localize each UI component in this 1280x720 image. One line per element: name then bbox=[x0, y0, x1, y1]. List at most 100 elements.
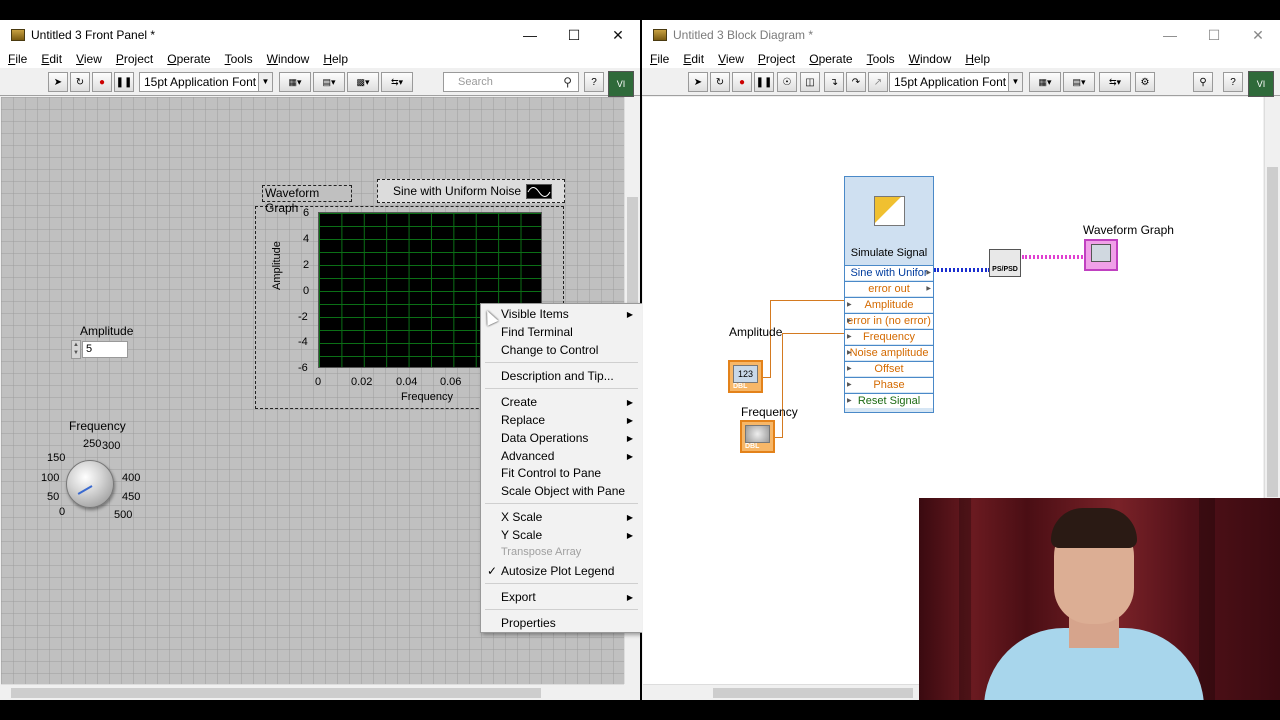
block-diagram-titlebar[interactable]: Untitled 3 Block Diagram * — ☐ ✕ bbox=[642, 20, 1280, 50]
terminal-noise-amplitude[interactable]: ▶ Noise amplitude bbox=[845, 345, 933, 360]
menu-file[interactable]: File bbox=[8, 52, 27, 66]
help-icon[interactable]: ? bbox=[1223, 72, 1243, 92]
resize-objects-icon[interactable]: ▩▾ bbox=[347, 72, 379, 92]
terminal-reset-signal[interactable]: ▶ Reset Signal bbox=[845, 393, 933, 408]
menu-file[interactable]: File bbox=[650, 52, 669, 66]
waveform-graph-terminal[interactable] bbox=[1084, 239, 1118, 271]
search-icon[interactable]: ⚲ bbox=[1193, 72, 1213, 92]
distribute-objects-icon[interactable]: ▤▾ bbox=[313, 72, 345, 92]
menu-project[interactable]: Project bbox=[116, 52, 153, 66]
plot-legend[interactable]: Sine with Uniform Noise bbox=[377, 179, 565, 203]
search-input[interactable]: Search ⚲ bbox=[443, 72, 579, 92]
dynamic-data-wire[interactable] bbox=[934, 268, 990, 272]
minimize-button[interactable]: — bbox=[508, 20, 552, 50]
font-selector[interactable]: 15pt Application Font ▼ bbox=[889, 72, 1023, 92]
frequency-wire[interactable] bbox=[775, 437, 783, 438]
close-button[interactable]: ✕ bbox=[596, 20, 640, 50]
terminal-sine-with-uniform-noise[interactable]: Sine with Unifor ▶ bbox=[845, 265, 933, 280]
terminal-error-in[interactable]: ▶ error in (no error) bbox=[845, 313, 933, 328]
vi-connector-icon[interactable]: VI bbox=[608, 71, 634, 97]
block-diagram-vertical-scrollbar[interactable] bbox=[1264, 97, 1280, 517]
terminal-amplitude[interactable]: ▶ Amplitude bbox=[845, 297, 933, 312]
amplitude-wire[interactable] bbox=[763, 377, 771, 378]
step-over-icon[interactable]: ↷ bbox=[846, 72, 866, 92]
abort-icon[interactable]: ● bbox=[732, 72, 752, 92]
run-arrow-icon[interactable]: ➤ bbox=[688, 72, 708, 92]
menu-help[interactable]: Help bbox=[323, 52, 348, 66]
simulate-signal-express-vi[interactable]: Simulate Signal Sine with Unifor ▶ error … bbox=[844, 176, 934, 413]
frequency-knob[interactable] bbox=[66, 460, 114, 508]
menu-item-scale-object-with-pane[interactable]: Scale Object with Pane bbox=[501, 484, 625, 498]
menu-item-properties[interactable]: Properties bbox=[501, 616, 556, 630]
increment-decrement-arrows[interactable]: ▲ ▼ bbox=[71, 340, 81, 359]
close-button[interactable]: ✕ bbox=[1236, 20, 1280, 50]
scroll-thumb[interactable] bbox=[11, 688, 541, 698]
align-objects-icon[interactable]: ▦▾ bbox=[279, 72, 311, 92]
pause-icon[interactable]: ❚❚ bbox=[114, 72, 134, 92]
run-arrow-icon[interactable]: ➤ bbox=[48, 72, 68, 92]
run-continuously-icon[interactable]: ↻ bbox=[70, 72, 90, 92]
font-selector[interactable]: 15pt Application Font ▼ bbox=[139, 72, 273, 92]
block-diagram-horizontal-scrollbar[interactable] bbox=[643, 684, 919, 700]
menu-operate[interactable]: Operate bbox=[809, 52, 852, 66]
amplitude-terminal[interactable]: 123 DBL bbox=[728, 360, 763, 393]
menu-help[interactable]: Help bbox=[965, 52, 990, 66]
menu-item-create[interactable]: Create bbox=[501, 395, 537, 409]
terminal-phase[interactable]: ▶ Phase bbox=[845, 377, 933, 392]
menu-view[interactable]: View bbox=[718, 52, 744, 66]
step-out-icon[interactable]: ↗ bbox=[868, 72, 888, 92]
menu-project[interactable]: Project bbox=[758, 52, 795, 66]
menu-item-visible-items[interactable]: Visible Items bbox=[501, 307, 569, 321]
amplitude-wire[interactable] bbox=[770, 300, 845, 301]
menu-window[interactable]: Window bbox=[267, 52, 310, 66]
minimize-button[interactable]: — bbox=[1148, 20, 1192, 50]
menu-item-change-to-control[interactable]: Change to Control bbox=[501, 343, 598, 357]
search-icon[interactable]: ⚲ bbox=[563, 73, 572, 91]
menu-edit[interactable]: Edit bbox=[41, 52, 62, 66]
maximize-button[interactable]: ☐ bbox=[552, 20, 596, 50]
help-icon[interactable]: ? bbox=[584, 72, 604, 92]
menu-item-x-scale[interactable]: X Scale bbox=[501, 510, 542, 524]
scroll-thumb[interactable] bbox=[713, 688, 913, 698]
menu-item-export[interactable]: Export bbox=[501, 590, 536, 604]
menu-item-replace[interactable]: Replace bbox=[501, 413, 545, 427]
front-panel-titlebar[interactable]: Untitled 3 Front Panel * — ☐ ✕ bbox=[0, 20, 640, 50]
menu-item-advanced[interactable]: Advanced bbox=[501, 449, 554, 463]
clean-up-diagram-icon[interactable]: ⚙ bbox=[1135, 72, 1155, 92]
align-objects-icon[interactable]: ▦▾ bbox=[1029, 72, 1061, 92]
retain-wire-values-icon[interactable]: ◫ bbox=[800, 72, 820, 92]
front-panel-horizontal-scrollbar[interactable] bbox=[1, 684, 624, 700]
terminal-frequency[interactable]: ▶ Frequency bbox=[845, 329, 933, 344]
abort-icon[interactable]: ● bbox=[92, 72, 112, 92]
terminal-error-out[interactable]: error out ▶ bbox=[845, 281, 933, 296]
menu-window[interactable]: Window bbox=[909, 52, 952, 66]
run-continuously-icon[interactable]: ↻ bbox=[710, 72, 730, 92]
menu-item-autosize-plot-legend[interactable]: Autosize Plot Legend bbox=[501, 564, 614, 578]
menu-item-data-operations[interactable]: Data Operations bbox=[501, 431, 588, 445]
frequency-wire[interactable] bbox=[782, 333, 845, 334]
vi-connector-icon[interactable]: VI bbox=[1248, 71, 1274, 97]
waveform-graph-label[interactable]: Waveform Graph bbox=[262, 185, 352, 215]
scroll-thumb[interactable] bbox=[1267, 167, 1278, 497]
terminal-offset[interactable]: ▶ Offset bbox=[845, 361, 933, 376]
menu-item-fit-control-to-pane[interactable]: Fit Control to Pane bbox=[501, 466, 601, 480]
graph-wire[interactable] bbox=[1022, 255, 1086, 259]
ps-psd-express-vi[interactable]: PS/PSD bbox=[989, 249, 1021, 277]
reorder-icon[interactable]: ⇆▾ bbox=[1099, 72, 1131, 92]
highlight-execution-icon[interactable]: ☉ bbox=[777, 72, 797, 92]
frequency-wire[interactable] bbox=[782, 333, 783, 438]
menu-tools[interactable]: Tools bbox=[225, 52, 253, 66]
menu-item-find-terminal[interactable]: Find Terminal bbox=[501, 325, 573, 339]
menu-item-description-and-tip[interactable]: Description and Tip... bbox=[501, 369, 614, 383]
amplitude-value-field[interactable]: 5 bbox=[82, 341, 128, 358]
maximize-button[interactable]: ☐ bbox=[1192, 20, 1236, 50]
reorder-icon[interactable]: ⇆▾ bbox=[381, 72, 413, 92]
step-into-icon[interactable]: ↴ bbox=[824, 72, 844, 92]
menu-operate[interactable]: Operate bbox=[167, 52, 210, 66]
frequency-terminal[interactable]: DBL bbox=[740, 420, 775, 453]
menu-view[interactable]: View bbox=[76, 52, 102, 66]
menu-tools[interactable]: Tools bbox=[867, 52, 895, 66]
distribute-objects-icon[interactable]: ▤▾ bbox=[1063, 72, 1095, 92]
menu-item-y-scale[interactable]: Y Scale bbox=[501, 528, 542, 542]
pause-icon[interactable]: ❚❚ bbox=[754, 72, 774, 92]
